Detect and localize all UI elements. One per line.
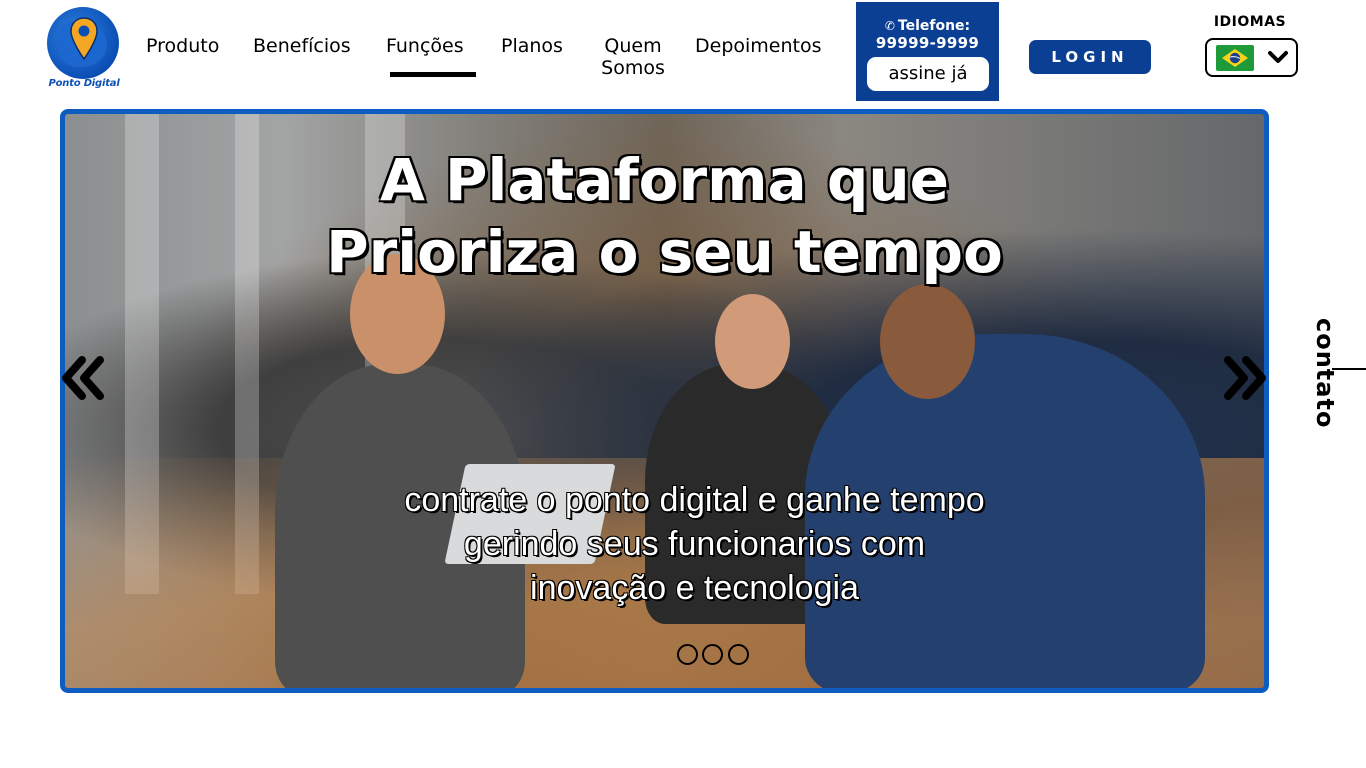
carousel-dot[interactable]	[728, 644, 749, 665]
phone-icon: ✆	[884, 19, 895, 33]
carousel-dot[interactable]	[702, 644, 723, 665]
language-select[interactable]	[1205, 38, 1298, 77]
language-title: IDIOMAS	[1213, 14, 1287, 30]
contact-side-tab[interactable]: contato	[1308, 318, 1339, 428]
nav-item-depoimentos[interactable]: Depoimentos	[695, 35, 822, 57]
contact-tab-label: contato	[1311, 318, 1339, 429]
login-button[interactable]: LOGIN	[1029, 40, 1151, 74]
hero-title: A Plataforma que Prioriza o seu tempo	[65, 144, 1264, 288]
contact-tab-line	[1332, 368, 1366, 370]
brand-name: Ponto Digital	[48, 78, 120, 89]
carousel-dot[interactable]	[677, 644, 698, 665]
subscribe-button[interactable]: assine já	[867, 57, 989, 91]
phone-number[interactable]: 99999-9999	[856, 34, 999, 52]
hero-title-line-1: A Plataforma que	[379, 146, 950, 214]
phone-label-row: ✆ Telefone:	[856, 18, 999, 34]
phone-label: Telefone:	[897, 18, 971, 34]
location-pin-icon	[70, 17, 98, 61]
contact-box: ✆ Telefone: 99999-9999 assine já	[856, 2, 999, 101]
nav-active-indicator	[390, 72, 476, 77]
nav-item-produto[interactable]: Produto	[146, 35, 219, 57]
hero-subtitle-line-3: inovação e tecnologia	[530, 569, 859, 607]
chevron-down-icon	[1268, 51, 1288, 63]
double-chevron-left-icon[interactable]	[60, 354, 108, 402]
double-chevron-right-icon[interactable]	[1220, 354, 1268, 402]
hero-title-line-2: Prioriza o seu tempo	[326, 218, 1003, 286]
hero-subtitle: contrate o ponto digital e ganhe tempo g…	[65, 478, 1264, 610]
nav-item-quem-somos[interactable]: Quem Somos	[594, 35, 672, 79]
brand-logo[interactable]: Ponto Digital	[44, 6, 124, 94]
logo-globe	[47, 7, 119, 79]
brazil-flag-icon	[1216, 45, 1254, 71]
nav-item-beneficios[interactable]: Benefícios	[253, 35, 351, 57]
hero-carousel: A Plataforma que Prioriza o seu tempo co…	[60, 109, 1269, 693]
person-middle-head	[715, 294, 790, 389]
hero-subtitle-line-2: gerindo seus funcionarios com	[463, 525, 926, 563]
nav-item-funcoes[interactable]: Funções	[386, 35, 464, 57]
nav-item-planos[interactable]: Planos	[501, 35, 563, 57]
person-right-head	[880, 284, 975, 399]
hero-subtitle-line-1: contrate o ponto digital e ganhe tempo	[404, 481, 985, 519]
